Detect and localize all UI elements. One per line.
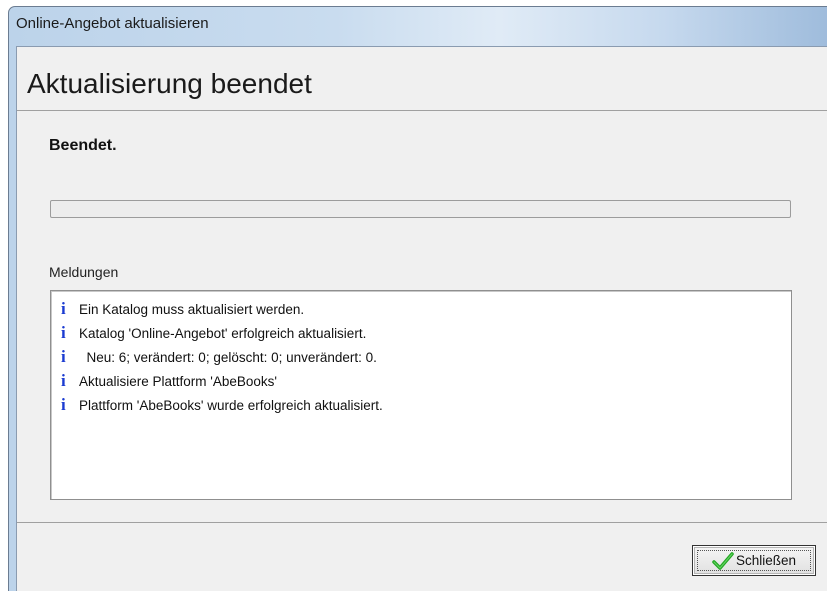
message-text: Aktualisiere Plattform 'AbeBooks': [79, 374, 277, 389]
header-area: Aktualisierung beendet: [17, 47, 827, 111]
messages-label: Meldungen: [49, 264, 119, 280]
message-text: Katalog 'Online-Angebot' erfolgreich akt…: [79, 326, 367, 341]
list-item[interactable]: i Ein Katalog muss aktualisiert werden.: [61, 297, 383, 321]
info-icon: i: [61, 299, 66, 318]
page-title: Aktualisierung beendet: [27, 68, 312, 99]
progress-bar: [50, 200, 791, 218]
list-item[interactable]: i Katalog 'Online-Angebot' erfolgreich ak…: [61, 321, 383, 345]
messages-list: i Ein Katalog muss aktualisiert werden. i K…: [61, 297, 383, 417]
message-text: Plattform 'AbeBooks' wurde erfolgreich a…: [79, 398, 383, 413]
footer: Schließen: [17, 522, 827, 591]
window-title: Online-Angebot aktualisieren: [16, 15, 209, 32]
focus-rectangle: [697, 550, 811, 571]
title-bar[interactable]: Online-Angebot aktualisieren: [9, 7, 827, 45]
info-icon: i: [61, 323, 66, 342]
list-item[interactable]: i Plattform 'AbeBooks' wurde erfolgreich …: [61, 393, 383, 417]
dialog-window: Online-Angebot aktualisieren Aktualisier…: [8, 6, 827, 591]
dialog-client-area: Aktualisierung beendet Beendet. Meldunge…: [16, 46, 827, 591]
info-icon: i: [61, 371, 66, 390]
messages-list-box[interactable]: i Ein Katalog muss aktualisiert werden. i K…: [50, 290, 792, 500]
message-text: Ein Katalog muss aktualisiert werden.: [79, 302, 305, 317]
list-item[interactable]: i Aktualisiere Plattform 'AbeBooks': [61, 369, 383, 393]
list-item[interactable]: i Neu: 6; verändert: 0; gelöscht: 0; unv…: [61, 345, 383, 369]
close-button[interactable]: Schließen: [692, 545, 816, 576]
info-icon: i: [61, 395, 66, 414]
status-text: Beendet.: [49, 137, 117, 154]
info-icon: i: [61, 347, 66, 366]
message-text: Neu: 6; verändert: 0; gelöscht: 0; unver…: [79, 350, 377, 365]
